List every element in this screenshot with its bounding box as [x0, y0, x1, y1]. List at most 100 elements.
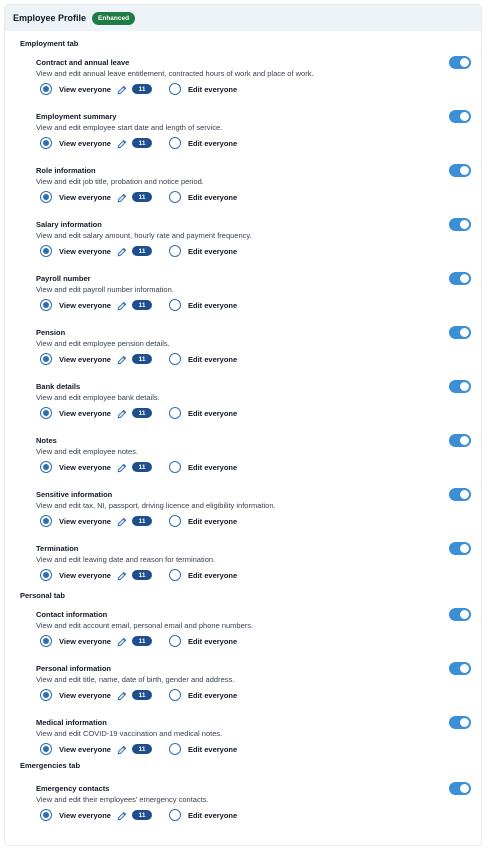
view-everyone-radio[interactable] [40, 191, 52, 203]
view-everyone-label[interactable]: View everyone [59, 691, 111, 700]
edit-everyone-radio[interactable] [169, 635, 181, 647]
view-everyone-label[interactable]: View everyone [59, 463, 111, 472]
edit-everyone-radio[interactable] [169, 407, 181, 419]
edit-everyone-radio[interactable] [169, 743, 181, 755]
edit-everyone-radio[interactable] [169, 299, 181, 311]
view-everyone-radio[interactable] [40, 245, 52, 257]
view-everyone-radio[interactable] [40, 407, 52, 419]
edit-everyone-radio[interactable] [169, 137, 181, 149]
view-everyone-label[interactable]: View everyone [59, 85, 111, 94]
edit-everyone-label[interactable]: Edit everyone [188, 571, 237, 580]
access-options: View everyone 11 Edit everyone [36, 688, 296, 702]
edit-everyone-label[interactable]: Edit everyone [188, 409, 237, 418]
view-everyone-label[interactable]: View everyone [59, 139, 111, 148]
edit-everyone-radio[interactable] [169, 689, 181, 701]
view-everyone-label[interactable]: View everyone [59, 301, 111, 310]
permission-toggle[interactable] [449, 164, 471, 177]
pencil-icon[interactable] [116, 191, 128, 203]
permission-toggle[interactable] [449, 608, 471, 621]
edit-everyone-label[interactable]: Edit everyone [188, 193, 237, 202]
edit-everyone-label[interactable]: Edit everyone [188, 637, 237, 646]
view-everyone-label[interactable]: View everyone [59, 193, 111, 202]
edit-everyone-label[interactable]: Edit everyone [188, 301, 237, 310]
people-count-badge[interactable]: 11 [132, 810, 152, 820]
people-count-badge[interactable]: 11 [132, 354, 152, 364]
pencil-icon[interactable] [116, 809, 128, 821]
people-count-badge[interactable]: 11 [132, 138, 152, 148]
people-count-badge[interactable]: 11 [132, 462, 152, 472]
permission-toggle[interactable] [449, 326, 471, 339]
edit-everyone-label[interactable]: Edit everyone [188, 463, 237, 472]
view-everyone-label[interactable]: View everyone [59, 811, 111, 820]
edit-everyone-radio[interactable] [169, 353, 181, 365]
permission-toggle[interactable] [449, 380, 471, 393]
pencil-icon[interactable] [116, 83, 128, 95]
people-count-badge[interactable]: 11 [132, 690, 152, 700]
permission-toggle[interactable] [449, 56, 471, 69]
view-everyone-label[interactable]: View everyone [59, 355, 111, 364]
people-count-badge[interactable]: 11 [132, 192, 152, 202]
edit-everyone-radio[interactable] [169, 515, 181, 527]
view-everyone-radio[interactable] [40, 635, 52, 647]
permission-toggle[interactable] [449, 218, 471, 231]
people-count-badge[interactable]: 11 [132, 570, 152, 580]
pencil-icon[interactable] [116, 461, 128, 473]
edit-everyone-radio[interactable] [169, 191, 181, 203]
permission-toggle[interactable] [449, 434, 471, 447]
edit-everyone-label[interactable]: Edit everyone [188, 247, 237, 256]
permission-toggle[interactable] [449, 662, 471, 675]
permission-toggle[interactable] [449, 110, 471, 123]
edit-everyone-label[interactable]: Edit everyone [188, 517, 237, 526]
pencil-icon[interactable] [116, 743, 128, 755]
view-everyone-label[interactable]: View everyone [59, 517, 111, 526]
edit-everyone-label[interactable]: Edit everyone [188, 85, 237, 94]
permission-toggle[interactable] [449, 716, 471, 729]
pencil-icon[interactable] [116, 407, 128, 419]
access-options: View everyone 11 Edit everyone [36, 406, 296, 420]
permission-toggle[interactable] [449, 272, 471, 285]
edit-everyone-radio[interactable] [169, 245, 181, 257]
pencil-icon[interactable] [116, 353, 128, 365]
permission-toggle[interactable] [449, 488, 471, 501]
view-everyone-label[interactable]: View everyone [59, 247, 111, 256]
permission-toggle[interactable] [449, 782, 471, 795]
view-everyone-radio[interactable] [40, 299, 52, 311]
people-count-badge[interactable]: 11 [132, 84, 152, 94]
view-everyone-label[interactable]: View everyone [59, 637, 111, 646]
people-count-badge[interactable]: 11 [132, 636, 152, 646]
edit-everyone-label[interactable]: Edit everyone [188, 355, 237, 364]
edit-everyone-label[interactable]: Edit everyone [188, 139, 237, 148]
people-count-badge[interactable]: 11 [132, 744, 152, 754]
edit-everyone-label[interactable]: Edit everyone [188, 745, 237, 754]
people-count-badge[interactable]: 11 [132, 408, 152, 418]
permission-toggle[interactable] [449, 542, 471, 555]
view-everyone-radio[interactable] [40, 569, 52, 581]
view-everyone-radio[interactable] [40, 461, 52, 473]
pencil-icon[interactable] [116, 635, 128, 647]
pencil-icon[interactable] [116, 689, 128, 701]
view-everyone-radio[interactable] [40, 353, 52, 365]
view-everyone-label[interactable]: View everyone [59, 571, 111, 580]
pencil-icon[interactable] [116, 515, 128, 527]
edit-everyone-label[interactable]: Edit everyone [188, 691, 237, 700]
people-count-badge[interactable]: 11 [132, 300, 152, 310]
view-everyone-radio[interactable] [40, 137, 52, 149]
view-everyone-radio[interactable] [40, 743, 52, 755]
edit-everyone-radio[interactable] [169, 83, 181, 95]
pencil-icon[interactable] [116, 137, 128, 149]
edit-everyone-radio[interactable] [169, 809, 181, 821]
edit-everyone-radio[interactable] [169, 569, 181, 581]
edit-everyone-label[interactable]: Edit everyone [188, 811, 237, 820]
people-count-badge[interactable]: 11 [132, 516, 152, 526]
people-count-badge[interactable]: 11 [132, 246, 152, 256]
view-everyone-label[interactable]: View everyone [59, 745, 111, 754]
edit-everyone-radio[interactable] [169, 461, 181, 473]
pencil-icon[interactable] [116, 245, 128, 257]
view-everyone-radio[interactable] [40, 83, 52, 95]
view-everyone-label[interactable]: View everyone [59, 409, 111, 418]
view-everyone-radio[interactable] [40, 809, 52, 821]
pencil-icon[interactable] [116, 569, 128, 581]
view-everyone-radio[interactable] [40, 689, 52, 701]
pencil-icon[interactable] [116, 299, 128, 311]
view-everyone-radio[interactable] [40, 515, 52, 527]
